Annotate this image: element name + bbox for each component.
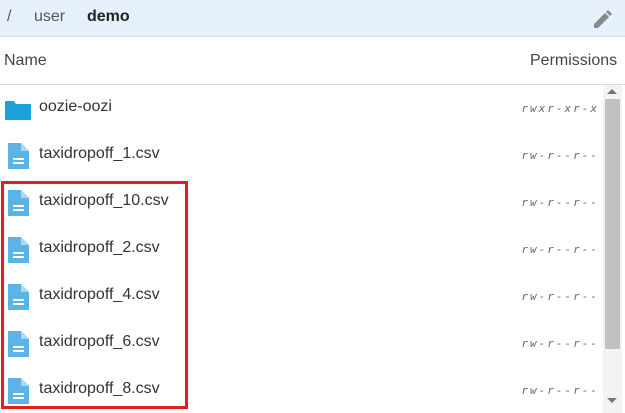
list-item-file[interactable]: taxidropoff_10.csv rw-r--r-- — [0, 179, 603, 226]
breadcrumb-current: demo — [87, 8, 130, 25]
breadcrumb-user[interactable]: user — [34, 8, 65, 26]
file-icon — [4, 283, 32, 311]
breadcrumb-root[interactable]: / — [7, 8, 11, 26]
column-header-permissions[interactable]: Permissions — [530, 52, 617, 70]
item-permissions: rw-r--r-- — [521, 290, 599, 303]
file-icon — [4, 330, 32, 358]
vertical-scrollbar[interactable] — [603, 85, 622, 413]
pencil-icon[interactable] — [590, 8, 614, 32]
item-permissions: rw-r--r-- — [521, 337, 599, 350]
item-name: oozie-oozi — [39, 98, 112, 115]
file-icon — [4, 377, 32, 405]
item-permissions: rwxr-xr-x — [521, 102, 599, 115]
file-icon — [4, 189, 32, 217]
list-header: Name Permissions — [0, 38, 625, 85]
item-name: taxidropoff_1.csv — [39, 145, 160, 162]
item-name: taxidropoff_10.csv — [39, 192, 169, 209]
folder-icon — [4, 95, 32, 123]
list-item-file[interactable]: taxidropoff_6.csv rw-r--r-- — [0, 320, 603, 367]
list-item-file[interactable]: taxidropoff_8.csv rw-r--r-- — [0, 367, 603, 413]
item-permissions: rw-r--r-- — [521, 243, 599, 256]
list-item-file[interactable]: taxidropoff_2.csv rw-r--r-- — [0, 226, 603, 273]
item-permissions: rw-r--r-- — [521, 149, 599, 162]
scrollbar-thumb[interactable] — [605, 99, 620, 349]
file-list: oozie-oozi rwxr-xr-x taxidropoff_1.csv r… — [0, 85, 603, 413]
column-header-name[interactable]: Name — [4, 52, 47, 70]
scroll-down-arrow-icon[interactable] — [607, 398, 617, 403]
item-name: taxidropoff_4.csv — [39, 286, 160, 303]
file-icon — [4, 236, 32, 264]
item-permissions: rw-r--r-- — [521, 196, 599, 209]
item-name: taxidropoff_8.csv — [39, 380, 160, 397]
list-item-file[interactable]: taxidropoff_4.csv rw-r--r-- — [0, 273, 603, 320]
scroll-up-arrow-icon[interactable] — [607, 89, 617, 94]
file-icon — [4, 142, 32, 170]
item-name: taxidropoff_6.csv — [39, 333, 160, 350]
list-item-file[interactable]: taxidropoff_1.csv rw-r--r-- — [0, 132, 603, 179]
list-item-folder[interactable]: oozie-oozi rwxr-xr-x — [0, 85, 603, 132]
breadcrumb: / user demo — [0, 0, 625, 37]
item-name: taxidropoff_2.csv — [39, 239, 160, 256]
item-permissions: rw-r--r-- — [521, 384, 599, 397]
